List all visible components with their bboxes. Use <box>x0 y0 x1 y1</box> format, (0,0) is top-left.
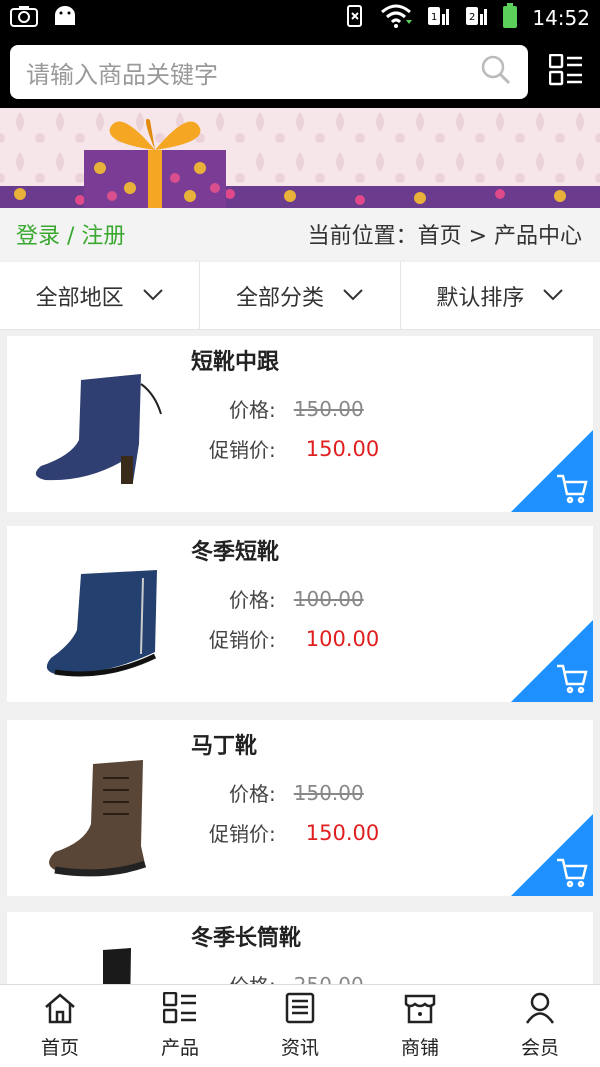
promo-label: 促销价: <box>209 438 276 462</box>
filter-category[interactable]: 全部分类 <box>200 262 401 329</box>
breadcrumb: 当前位置：首页 > 产品中心 <box>307 224 582 249</box>
price-row: 价格: 250.00 <box>229 970 364 985</box>
tab-products[interactable]: 产品 <box>120 985 240 1067</box>
product-image[interactable] <box>15 728 183 888</box>
tab-member[interactable]: 会员 <box>480 985 600 1067</box>
filter-label: 全部分类 <box>235 285 324 311</box>
tab-label: 商铺 <box>400 1037 439 1059</box>
add-to-cart-button[interactable] <box>511 814 593 896</box>
search-icon[interactable] <box>480 54 512 90</box>
bottom-tab-bar: 首页 产品 资讯 商铺 会员 <box>0 984 600 1067</box>
product-image[interactable] <box>15 534 183 694</box>
filter-label: 默认排序 <box>436 285 525 311</box>
screenshot-icon <box>10 5 38 31</box>
product-name: 短靴中跟 <box>191 350 280 375</box>
svg-text:1: 1 <box>431 12 437 23</box>
add-to-cart-button[interactable] <box>511 430 593 512</box>
svg-text:2: 2 <box>469 12 475 23</box>
price-row: 价格: 150.00 <box>229 778 364 807</box>
promo-banner[interactable] <box>0 108 600 208</box>
filter-label: 全部地区 <box>35 285 124 311</box>
promo-price: 150.00 <box>305 820 380 845</box>
shop-icon <box>403 992 437 1029</box>
product-card[interactable]: 短靴中跟 价格: 150.00 促销价: 150.00 <box>7 336 593 512</box>
promo-price: 100.00 <box>305 626 380 651</box>
tab-home[interactable]: 首页 <box>0 985 120 1067</box>
product-card[interactable]: 马丁靴 价格: 150.00 促销价: 150.00 <box>7 720 593 896</box>
home-icon <box>43 992 77 1029</box>
promo-row: 促销价: 150.00 <box>209 818 379 847</box>
filter-sort[interactable]: 默认排序 <box>401 262 600 329</box>
promo-row: 促销价: 150.00 <box>209 434 379 463</box>
news-icon <box>284 992 316 1029</box>
sim2-signal-icon: 2 <box>464 4 488 32</box>
search-placeholder: 请输入商品关键字 <box>26 60 218 89</box>
tab-label: 资讯 <box>280 1037 319 1059</box>
chevron-down-icon <box>342 283 364 308</box>
user-icon <box>524 992 556 1029</box>
price-label: 价格: <box>229 782 276 806</box>
original-price: 100.00 <box>293 586 364 611</box>
login-register-link[interactable]: 登录 / 注册 <box>16 218 125 250</box>
status-bar: 1 2 14:52 <box>0 0 600 36</box>
add-to-cart-button[interactable] <box>511 620 593 702</box>
sim1-signal-icon: 1 <box>426 4 450 32</box>
tab-label: 首页 <box>40 1037 79 1059</box>
price-row: 价格: 100.00 <box>229 584 364 613</box>
original-price: 150.00 <box>293 396 364 421</box>
promo-label: 促销价: <box>209 822 276 846</box>
filter-region[interactable]: 全部地区 <box>0 262 201 329</box>
battery-icon <box>502 3 518 33</box>
header: 请输入商品关键字 <box>0 36 600 108</box>
search-input[interactable]: 请输入商品关键字 <box>10 45 529 99</box>
location-bar: 登录 / 注册 当前位置：首页 > 产品中心 <box>0 208 600 260</box>
price-label: 价格: <box>229 588 276 612</box>
tab-label: 产品 <box>160 1037 199 1059</box>
price-row: 价格: 150.00 <box>229 394 364 423</box>
promo-label: 促销价: <box>209 628 276 652</box>
filter-bar: 全部地区 全部分类 默认排序 <box>0 262 600 330</box>
tab-label: 会员 <box>520 1037 559 1059</box>
chevron-down-icon <box>542 283 564 308</box>
tab-shop[interactable]: 商铺 <box>360 985 480 1067</box>
product-image[interactable] <box>15 920 183 984</box>
wifi-icon <box>380 4 413 32</box>
price-label: 价格: <box>229 970 276 984</box>
android-icon <box>52 5 78 31</box>
chevron-down-icon <box>142 283 164 308</box>
product-name: 马丁靴 <box>191 734 258 759</box>
product-card[interactable]: 冬季长筒靴 价格: 250.00 <box>7 912 593 984</box>
product-image[interactable] <box>15 344 183 504</box>
promo-price: 150.00 <box>305 436 380 461</box>
original-price: 250.00 <box>282 973 364 985</box>
product-name: 冬季长筒靴 <box>191 926 302 951</box>
product-list: 短靴中跟 价格: 150.00 促销价: 150.00 冬季短靴 价格: 100… <box>0 336 600 984</box>
product-name: 冬季短靴 <box>191 540 280 565</box>
product-card[interactable]: 冬季短靴 价格: 100.00 促销价: 100.00 <box>7 526 593 702</box>
phone-vibrate-icon <box>344 4 366 32</box>
original-price: 150.00 <box>293 780 364 805</box>
category-menu-icon <box>548 53 583 90</box>
price-label: 价格: <box>229 398 276 422</box>
promo-row: 促销价: 100.00 <box>209 624 379 653</box>
status-time: 14:52 <box>532 6 590 30</box>
list-icon <box>162 991 197 1029</box>
tab-news[interactable]: 资讯 <box>240 985 360 1067</box>
menu-button[interactable] <box>542 45 590 99</box>
